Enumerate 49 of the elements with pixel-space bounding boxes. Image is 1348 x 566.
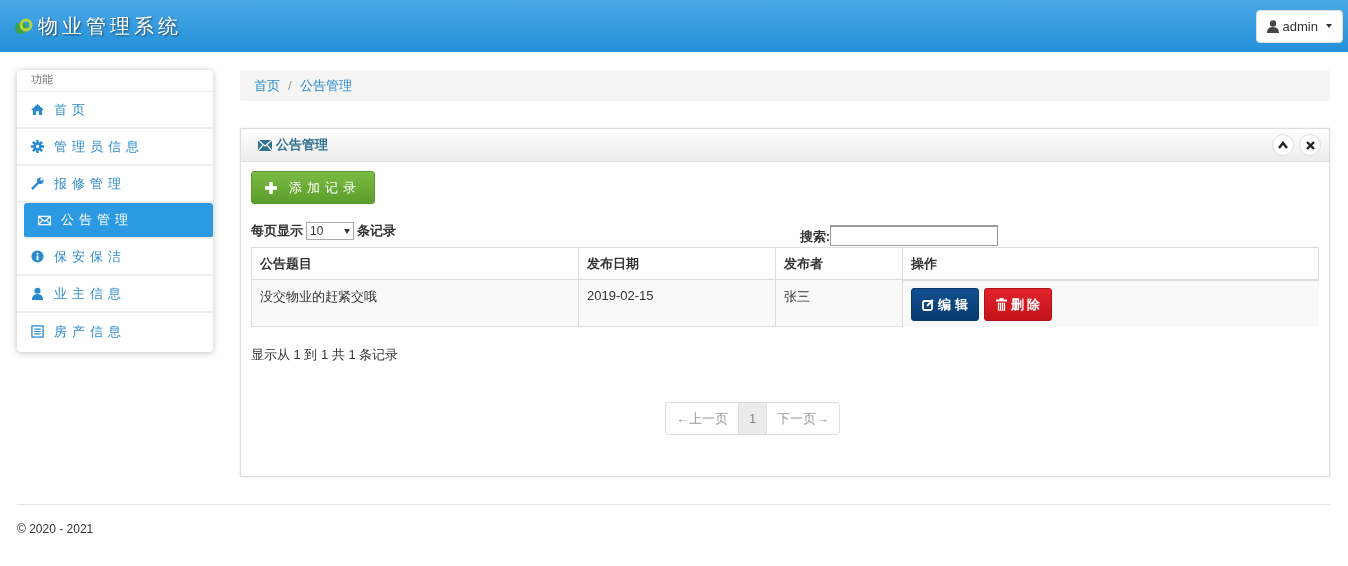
logo-icon	[14, 17, 34, 35]
column-header[interactable]: 操作	[902, 247, 1319, 280]
table-cell: 没交物业的赶紧交哦	[251, 279, 579, 327]
breadcrumb-link[interactable]: 公告管理	[299, 76, 352, 95]
user-menu-button[interactable]: admin	[1255, 9, 1343, 43]
collapse-button[interactable]	[1272, 134, 1294, 156]
close-icon	[1305, 140, 1315, 150]
edit-button[interactable]: 编 辑	[911, 288, 979, 321]
app-title: 物业管理系统	[38, 13, 182, 39]
chevron-up-icon	[1278, 141, 1288, 149]
trash-icon	[995, 298, 1007, 311]
sidebar-item[interactable]: 保安保洁	[17, 239, 213, 276]
copyright-text: © 2020 - 2021	[16, 521, 95, 538]
user-icon	[31, 287, 44, 300]
delete-button[interactable]: 删 除	[983, 288, 1053, 321]
sidebar-item[interactable]: 报修管理	[17, 166, 213, 203]
mail-icon	[258, 139, 272, 151]
search-field[interactable]	[830, 224, 998, 246]
search-label: 搜索:	[799, 227, 830, 246]
page-size-select[interactable]: 10	[306, 222, 354, 240]
edit-icon	[922, 298, 934, 311]
breadcrumb-link[interactable]: 首页	[254, 76, 280, 95]
close-button[interactable]	[1299, 134, 1321, 156]
dropdown-arrow-icon	[344, 228, 350, 234]
wrench-icon	[31, 177, 44, 190]
sidebar-item[interactable]: 房产信息	[17, 313, 213, 350]
column-header[interactable]: 发布日期	[578, 247, 776, 280]
add-record-button[interactable]: 添加记录	[251, 171, 375, 204]
column-header[interactable]: 发布者	[775, 247, 903, 280]
pagination-button[interactable]: 1	[737, 402, 768, 435]
plus-icon	[265, 181, 277, 194]
sidebar-item[interactable]: 首页	[17, 92, 213, 129]
sidebar-item[interactable]: 管理员信息	[17, 129, 213, 166]
mail-icon	[38, 213, 51, 227]
table-cell: 张三	[775, 279, 903, 327]
user-icon	[1266, 19, 1279, 33]
sidebar-item[interactable]: 公告管理	[24, 203, 213, 239]
record-count-text: 显示从 1 到 1 共 1 条记录	[251, 346, 400, 364]
table-cell: 2019-02-15	[578, 279, 776, 327]
column-header[interactable]: 公告题目	[251, 247, 579, 280]
sidebar-item[interactable]: 业主信息	[17, 276, 213, 313]
home-icon	[31, 103, 44, 116]
breadcrumb-separator: /	[288, 78, 292, 93]
info-icon	[31, 250, 44, 263]
list-icon	[31, 325, 44, 338]
page-size-label: 条记录	[357, 222, 396, 240]
gear-icon	[31, 140, 44, 153]
page-size-label: 每页显示	[251, 222, 303, 240]
panel-title: 公告管理	[276, 136, 328, 154]
